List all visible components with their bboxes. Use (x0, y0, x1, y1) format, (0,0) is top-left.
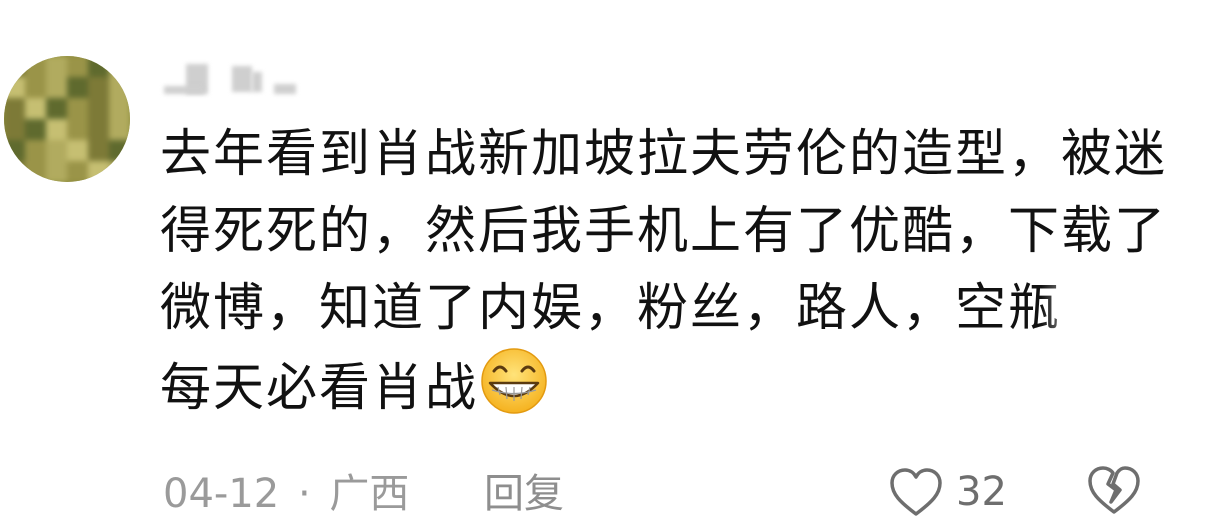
broken-heart-icon[interactable] (1086, 462, 1142, 518)
comment-line: 每天必看肖战 (160, 347, 1170, 424)
comment-location: 广西 (329, 471, 410, 517)
comment-line-text: 每天必看肖战 (160, 359, 479, 418)
grinning-face-emoji (481, 348, 547, 414)
username[interactable] (162, 64, 302, 98)
like-button[interactable]: 32 (888, 462, 1007, 522)
comment-meta: 04-12 · 广西 (163, 466, 409, 522)
comment-date: 04-12 (163, 471, 280, 517)
comment-line: 得死死的，然后我手机上有了优酷，下载了 (160, 202, 1168, 261)
meta-separator: · (297, 471, 311, 517)
user-avatar[interactable] (4, 56, 130, 182)
comment-line: 去年看到肖战新加坡拉夫劳伦的造型，被迷 (160, 125, 1168, 184)
comment-body: 去年看到肖战新加坡拉夫劳伦的造型，被迷 得死死的，然后我手机上有了优酷，下载了 … (160, 116, 1170, 424)
comment-line: 微博，知道了内娱，粉丝，路人，空瓶 (160, 270, 1170, 347)
like-count: 32 (956, 469, 1007, 515)
comment-line-text: 微博，知道了内娱，粉丝，路人，空瓶 (160, 270, 1132, 347)
avatar-mosaic (4, 56, 130, 182)
heart-outline-icon (890, 468, 942, 516)
reply-button[interactable]: 回复 (484, 466, 564, 522)
